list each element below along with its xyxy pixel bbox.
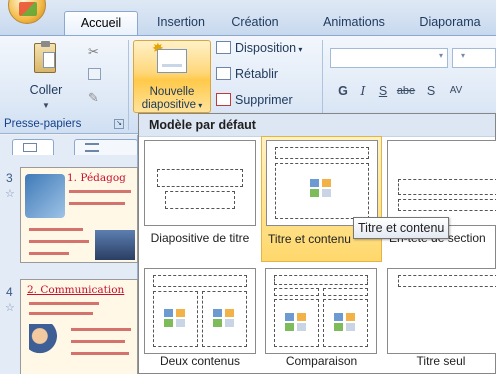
content-icons bbox=[334, 313, 358, 333]
group-separator bbox=[128, 40, 129, 130]
content-icons bbox=[310, 179, 334, 199]
slide-thumbnail[interactable]: 2. Communication bbox=[20, 279, 138, 374]
shadow-button[interactable]: S bbox=[422, 80, 440, 102]
tab-accueil[interactable]: Accueil bbox=[64, 11, 138, 36]
layout-caption: Deux contenus bbox=[159, 354, 241, 368]
layout-thumbnail bbox=[144, 268, 256, 354]
placeholder-title bbox=[275, 147, 369, 159]
layout-gallery: Modèle par défaut Diapositive de titre T… bbox=[138, 113, 496, 374]
new-slide-button[interactable]: ✸ Nouvelle diapositive ▾ bbox=[133, 40, 211, 113]
layout-thumbnail bbox=[265, 268, 377, 354]
layout-section-header[interactable]: En-tête de section bbox=[385, 138, 496, 262]
content-icons bbox=[213, 309, 237, 329]
text-line bbox=[71, 328, 131, 331]
slide-icon bbox=[157, 49, 187, 73]
clipboard-group-label: Presse-papiers bbox=[4, 118, 82, 130]
layout-caption: Titre seul bbox=[416, 354, 466, 368]
format-painter-icon[interactable]: ✎ bbox=[88, 90, 99, 106]
slide-number: 4 bbox=[6, 285, 13, 299]
animation-star-icon: ☆ bbox=[5, 302, 15, 314]
text-line bbox=[29, 302, 99, 305]
placeholder-title bbox=[398, 179, 496, 195]
reset-button[interactable]: Rétablir bbox=[216, 65, 278, 84]
layout-two-content[interactable]: Deux contenus bbox=[141, 264, 259, 374]
slides-panel: 3 ☆ 1. Pédagog 4 ☆ 2. Communication bbox=[0, 135, 138, 374]
office-button[interactable] bbox=[8, 0, 46, 24]
placeholder-title bbox=[153, 275, 247, 287]
content-icons bbox=[285, 313, 309, 333]
underline-button[interactable]: S bbox=[374, 80, 392, 102]
animation-star-icon: ☆ bbox=[5, 188, 15, 200]
layout-caption: Diapositive de titre bbox=[150, 231, 250, 245]
reset-icon bbox=[216, 67, 231, 80]
placeholder-title bbox=[157, 169, 243, 187]
layout-caption: Comparaison bbox=[285, 354, 358, 368]
layout-caption: Titre et contenu bbox=[268, 232, 351, 246]
bold-button[interactable]: G bbox=[334, 80, 352, 102]
slide-figure bbox=[95, 230, 135, 260]
cut-icon[interactable]: ✂ bbox=[88, 44, 99, 60]
text-line bbox=[71, 340, 125, 343]
paste-icon bbox=[34, 41, 56, 73]
tab-creation[interactable]: Création bbox=[220, 11, 290, 36]
layout-icon bbox=[216, 41, 231, 54]
new-slide-label-line2: diapositive ▾ bbox=[141, 99, 203, 111]
tab-insertion[interactable]: Insertion bbox=[146, 11, 216, 36]
slide-title: 2. Communication bbox=[27, 284, 125, 296]
layout-title-only[interactable]: Titre seul bbox=[385, 264, 496, 374]
placeholder-text bbox=[398, 199, 496, 211]
tooltip: Titre et contenu bbox=[353, 217, 450, 239]
dialog-launcher-icon[interactable]: ↘ bbox=[114, 119, 124, 129]
tab-outline[interactable] bbox=[74, 139, 138, 155]
strikethrough-button[interactable]: abe bbox=[394, 80, 418, 102]
text-line bbox=[71, 352, 129, 355]
italic-button[interactable]: I bbox=[354, 80, 372, 102]
layout-button[interactable]: Disposition ▾ bbox=[216, 39, 302, 58]
placeholder-title bbox=[398, 275, 496, 287]
paste-label: Coller bbox=[29, 83, 63, 97]
paste-button[interactable]: Coller ▼ bbox=[18, 39, 74, 110]
placeholder-heading-left bbox=[274, 288, 319, 296]
tab-animations[interactable]: Animations bbox=[312, 11, 396, 36]
delete-icon bbox=[216, 93, 231, 106]
font-size-field[interactable]: ▾ bbox=[452, 48, 496, 68]
placeholder-heading-right bbox=[323, 288, 368, 296]
character-spacing-button[interactable]: AV bbox=[444, 80, 468, 102]
text-line bbox=[29, 312, 93, 315]
slide-number: 3 bbox=[6, 171, 13, 185]
gallery-header: Modèle par défaut bbox=[139, 114, 495, 137]
layout-title-content[interactable]: Titre et contenu bbox=[261, 136, 382, 262]
slide-thumbnail[interactable]: 1. Pédagog bbox=[20, 167, 138, 263]
slide-title: 1. Pédagog bbox=[67, 172, 126, 184]
content-icons bbox=[164, 309, 188, 329]
tab-diaporama[interactable]: Diaporama bbox=[410, 11, 490, 36]
layout-thumbnail bbox=[387, 140, 496, 226]
text-line bbox=[29, 228, 83, 231]
layout-thumbnail bbox=[387, 268, 496, 354]
text-line bbox=[29, 240, 89, 243]
placeholder-title bbox=[274, 275, 368, 285]
layout-thumbnail bbox=[266, 140, 378, 226]
people-illustration bbox=[29, 324, 65, 364]
text-line bbox=[29, 252, 69, 255]
slide-image bbox=[25, 174, 65, 218]
chevron-down-icon: ▼ bbox=[42, 101, 50, 110]
text-line bbox=[69, 202, 125, 205]
tab-slides[interactable] bbox=[12, 139, 54, 155]
layout-thumbnail bbox=[144, 140, 256, 226]
layout-title-slide[interactable]: Diapositive de titre bbox=[141, 138, 259, 262]
delete-slide-button[interactable]: Supprimer bbox=[216, 91, 293, 110]
placeholder-subtitle bbox=[165, 191, 235, 209]
new-slide-label-line1: Nouvelle bbox=[149, 86, 195, 98]
office-logo-icon bbox=[19, 2, 37, 16]
panel-tabs bbox=[8, 139, 138, 155]
ribbon-tab-bar: Accueil Insertion Création Animations Di… bbox=[0, 0, 496, 36]
font-name-field[interactable]: ▾ bbox=[330, 48, 448, 68]
copy-icon[interactable] bbox=[88, 68, 101, 80]
text-line bbox=[69, 190, 131, 193]
layout-comparison[interactable]: Comparaison bbox=[261, 264, 382, 374]
